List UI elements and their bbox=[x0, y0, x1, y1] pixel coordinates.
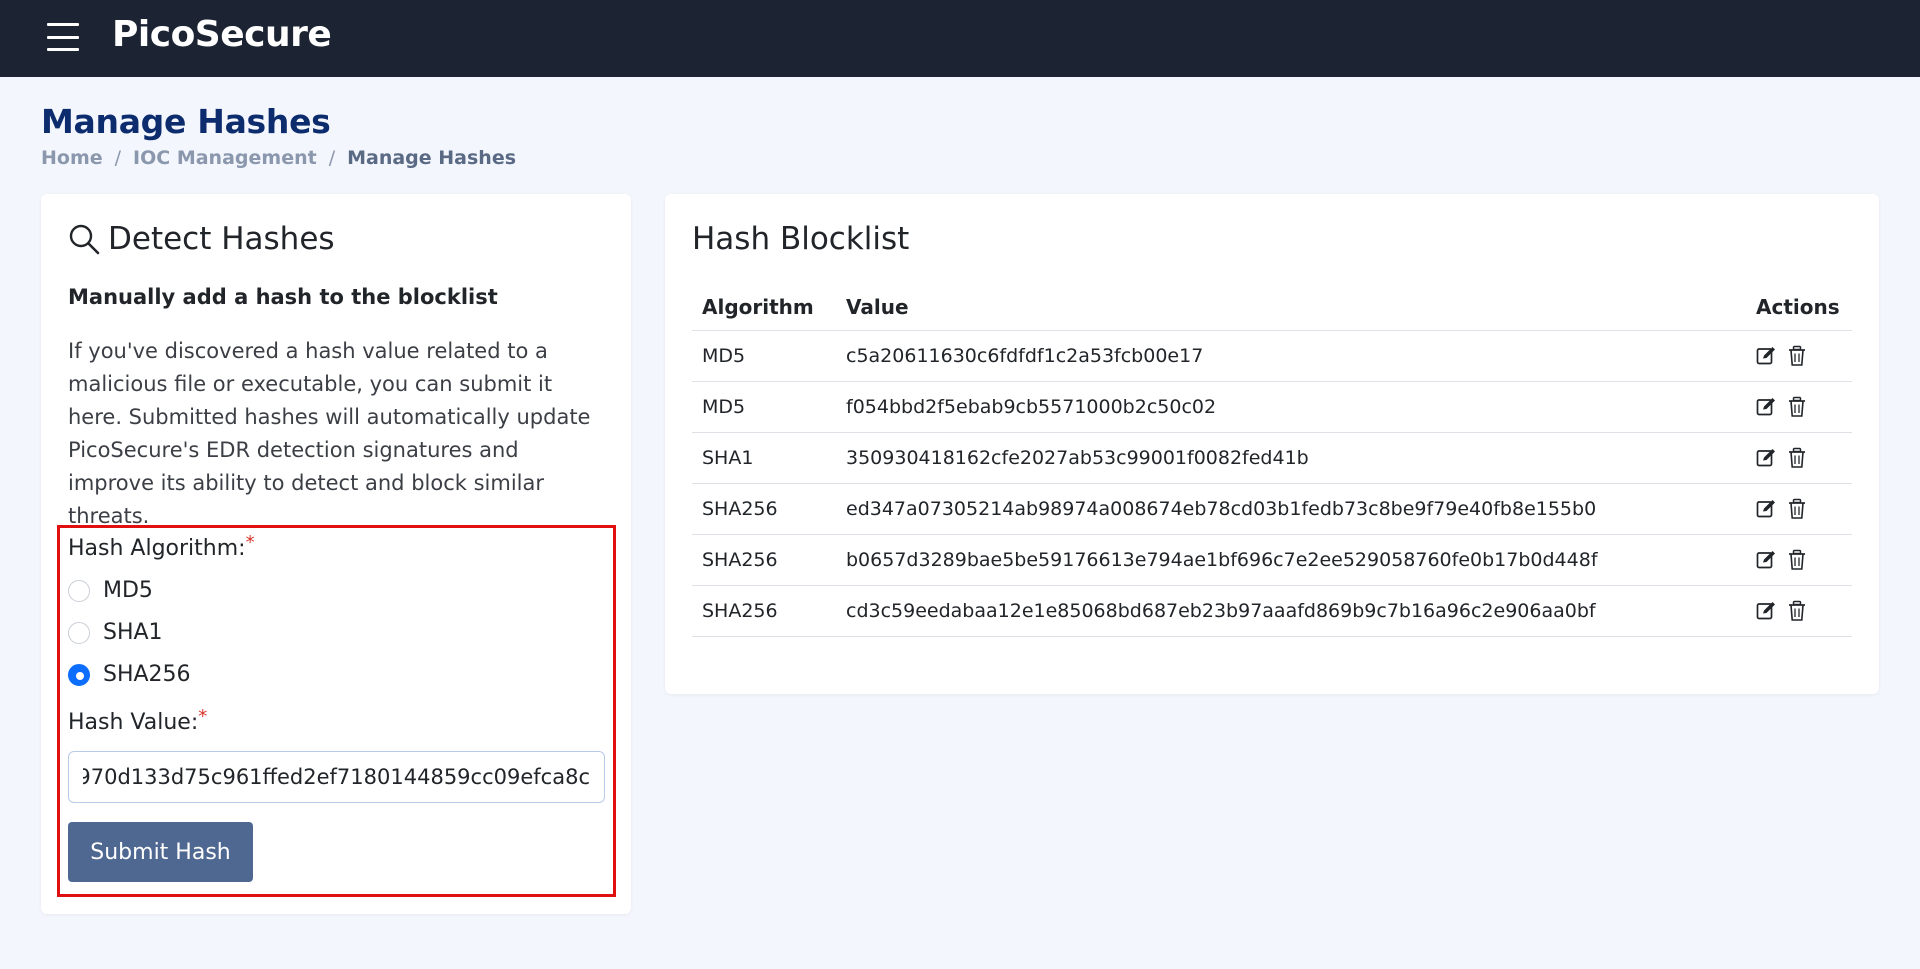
breadcrumb-current: Manage Hashes bbox=[347, 147, 517, 169]
cell-hash-value: cd3c59eedabaa12e1e85068bd687eb23b97aaafd… bbox=[836, 585, 1746, 637]
cell-actions bbox=[1746, 330, 1852, 382]
radio-sha1[interactable] bbox=[68, 621, 90, 644]
breadcrumb-home[interactable]: Home bbox=[41, 147, 103, 169]
cell-actions bbox=[1746, 585, 1852, 637]
radio-sha256-label: SHA256 bbox=[103, 662, 191, 687]
blocklist-table-body: MD5 c5a20611630c6fdfdf1c2a53fcb00e17 MD5… bbox=[692, 330, 1852, 637]
form-subheading: Manually add a hash to the blocklist bbox=[68, 285, 498, 309]
cell-algorithm: SHA256 bbox=[692, 585, 836, 637]
cell-algorithm: MD5 bbox=[692, 330, 836, 382]
trash-icon[interactable] bbox=[1787, 600, 1807, 622]
table-row: SHA256 ed347a07305214ab98974a008674eb78c… bbox=[692, 483, 1852, 535]
edit-icon[interactable] bbox=[1756, 345, 1776, 367]
column-header-algorithm: Algorithm bbox=[692, 284, 836, 331]
trash-icon[interactable] bbox=[1787, 345, 1807, 367]
radio-option-md5[interactable]: MD5 bbox=[68, 578, 153, 603]
add-hash-form: Hash Algorithm:* MD5 SHA1 SHA256 Hash Va… bbox=[57, 525, 616, 897]
edit-icon[interactable] bbox=[1756, 396, 1776, 418]
cell-actions bbox=[1746, 483, 1852, 535]
hamburger-menu-icon[interactable] bbox=[47, 23, 79, 51]
hash-value-label-text: Hash Value: bbox=[68, 710, 199, 735]
cell-hash-value: b0657d3289bae5be59176613e794ae1bf696c7e2… bbox=[836, 534, 1746, 586]
blocklist-table: Algorithm Value Actions MD5 c5a20611630c… bbox=[692, 284, 1852, 637]
radio-sha256[interactable] bbox=[68, 663, 90, 686]
hash-blocklist-title: Hash Blocklist bbox=[692, 221, 910, 257]
edit-icon[interactable] bbox=[1756, 447, 1776, 469]
blocklist-table-wrapper: Algorithm Value Actions MD5 c5a20611630c… bbox=[692, 284, 1852, 637]
cell-actions bbox=[1746, 534, 1852, 586]
search-icon bbox=[69, 224, 100, 255]
breadcrumb-separator: / bbox=[328, 147, 336, 169]
brand-logo[interactable]: PicoSecure bbox=[112, 14, 332, 55]
breadcrumb-ioc-management[interactable]: IOC Management bbox=[133, 147, 317, 169]
row-actions bbox=[1756, 549, 1842, 571]
row-actions bbox=[1756, 396, 1842, 418]
form-description: If you've discovered a hash value relate… bbox=[68, 339, 591, 528]
trash-icon[interactable] bbox=[1787, 447, 1807, 469]
edit-icon[interactable] bbox=[1756, 600, 1776, 622]
detect-hashes-title: Detect Hashes bbox=[68, 221, 335, 257]
breadcrumb-separator: / bbox=[114, 147, 122, 169]
hash-blocklist-card: Hash Blocklist Algorithm Value Actions M… bbox=[665, 194, 1879, 694]
required-asterisk: * bbox=[245, 532, 255, 553]
hash-algorithm-label-text: Hash Algorithm: bbox=[68, 536, 246, 561]
detect-hashes-card: Detect Hashes Manually add a hash to the… bbox=[41, 194, 631, 914]
trash-icon[interactable] bbox=[1787, 498, 1807, 520]
table-row: MD5 c5a20611630c6fdfdf1c2a53fcb00e17 bbox=[692, 330, 1852, 382]
radio-sha1-label: SHA1 bbox=[103, 620, 163, 645]
trash-icon[interactable] bbox=[1787, 396, 1807, 418]
cell-algorithm: SHA256 bbox=[692, 534, 836, 586]
row-actions bbox=[1756, 600, 1842, 622]
trash-icon[interactable] bbox=[1787, 549, 1807, 571]
row-actions bbox=[1756, 498, 1842, 520]
edit-icon[interactable] bbox=[1756, 498, 1776, 520]
table-row: MD5 f054bbd2f5ebab9cb5571000b2c50c02 bbox=[692, 381, 1852, 433]
required-asterisk: * bbox=[198, 706, 208, 727]
column-header-actions: Actions bbox=[1746, 284, 1852, 331]
cell-actions bbox=[1746, 381, 1852, 433]
hash-algorithm-label: Hash Algorithm:* bbox=[68, 532, 255, 561]
submit-hash-button[interactable]: Submit Hash bbox=[68, 822, 253, 882]
radio-md5[interactable] bbox=[68, 579, 90, 602]
column-header-value: Value bbox=[836, 284, 1746, 331]
row-actions bbox=[1756, 447, 1842, 469]
cell-algorithm: SHA256 bbox=[692, 483, 836, 535]
edit-icon[interactable] bbox=[1756, 549, 1776, 571]
detect-hashes-title-text: Detect Hashes bbox=[108, 221, 335, 257]
table-row: SHA1 350930418162cfe2027ab53c99001f0082f… bbox=[692, 432, 1852, 484]
radio-md5-label: MD5 bbox=[103, 578, 153, 603]
cell-hash-value: 350930418162cfe2027ab53c99001f0082fed41b bbox=[836, 432, 1746, 484]
table-row: SHA256 b0657d3289bae5be59176613e794ae1bf… bbox=[692, 534, 1852, 586]
top-navbar: PicoSecure bbox=[0, 0, 1920, 77]
breadcrumb: Home / IOC Management / Manage Hashes bbox=[41, 147, 516, 169]
cell-algorithm: MD5 bbox=[692, 381, 836, 433]
page-title: Manage Hashes bbox=[41, 102, 331, 141]
radio-option-sha256[interactable]: SHA256 bbox=[68, 662, 191, 687]
table-row: SHA256 cd3c59eedabaa12e1e85068bd687eb23b… bbox=[692, 585, 1852, 637]
radio-option-sha1[interactable]: SHA1 bbox=[68, 620, 163, 645]
cell-actions bbox=[1746, 432, 1852, 484]
cell-hash-value: ed347a07305214ab98974a008674eb78cd03b1fe… bbox=[836, 483, 1746, 535]
hash-value-input[interactable] bbox=[68, 751, 605, 803]
hash-value-label: Hash Value:* bbox=[68, 706, 207, 735]
table-header-row: Algorithm Value Actions bbox=[692, 284, 1852, 331]
cell-algorithm: SHA1 bbox=[692, 432, 836, 484]
row-actions bbox=[1756, 345, 1842, 367]
cell-hash-value: c5a20611630c6fdfdf1c2a53fcb00e17 bbox=[836, 330, 1746, 382]
cell-hash-value: f054bbd2f5ebab9cb5571000b2c50c02 bbox=[836, 381, 1746, 433]
